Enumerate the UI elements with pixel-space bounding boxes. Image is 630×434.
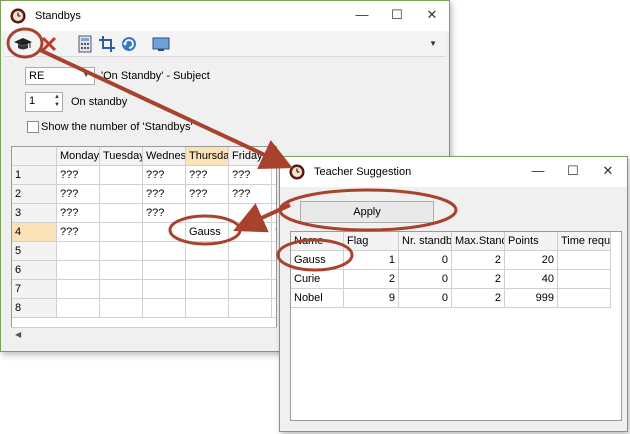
highlight-apply-button (278, 188, 458, 232)
highlight-gauss-cell (168, 214, 242, 246)
arrow-to-teacher-window (39, 48, 293, 170)
highlight-teacher-hat-icon (6, 27, 44, 59)
highlight-gauss-row (276, 238, 354, 272)
annotation-overlay (6, 27, 458, 272)
